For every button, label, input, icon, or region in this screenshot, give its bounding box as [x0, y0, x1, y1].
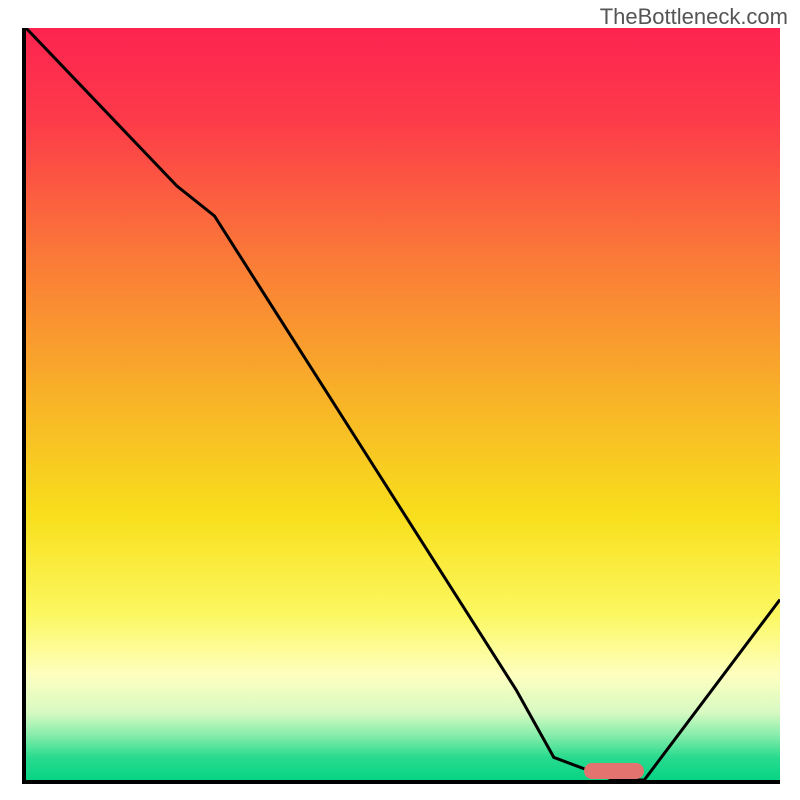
- bottleneck-curve: [26, 28, 780, 780]
- chart-container: TheBottleneck.com: [0, 0, 800, 800]
- plot-area: [22, 28, 780, 784]
- watermark-text: TheBottleneck.com: [600, 4, 788, 30]
- optimal-range-marker: [584, 763, 644, 779]
